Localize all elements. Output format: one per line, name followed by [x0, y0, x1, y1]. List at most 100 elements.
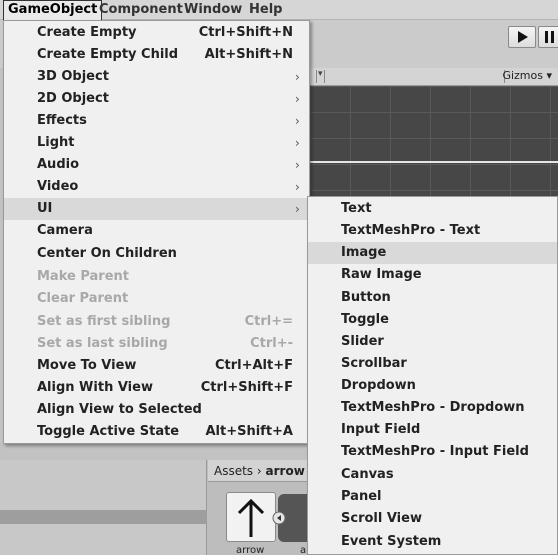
menu-item-label: Create Empty: [37, 25, 137, 40]
chevron-right-icon: ›: [295, 202, 300, 216]
menu-item-label: Camera: [37, 223, 93, 238]
menu-component[interactable]: Component: [95, 0, 187, 20]
submenu-item-label: Toggle: [341, 312, 389, 327]
submenu-item-textmeshpro-text[interactable]: TextMeshPro - Text: [308, 220, 557, 242]
submenu-item-panel[interactable]: Panel: [308, 486, 557, 508]
asset-tile[interactable]: [226, 492, 276, 542]
expand-icon[interactable]: [272, 511, 286, 525]
menu-gameobject[interactable]: GameObject: [3, 0, 103, 20]
menu-item-audio[interactable]: Audio ›: [4, 154, 309, 176]
pause-icon: [545, 31, 554, 43]
submenu-item-canvas[interactable]: Canvas: [308, 464, 557, 486]
menu-item-effects[interactable]: Effects ›: [4, 110, 309, 132]
asset-label: arrow: [236, 545, 265, 555]
gameobject-menu: Create Empty Ctrl+Shift+N Create Empty C…: [3, 20, 310, 444]
breadcrumb-assets[interactable]: Assets: [214, 464, 253, 478]
submenu-item-label: Scroll View: [341, 511, 422, 526]
submenu-item-label: Input Field: [341, 422, 421, 437]
submenu-item-label: Event System: [341, 534, 442, 549]
submenu-item-label: Scrollbar: [341, 356, 407, 371]
menu-item-label: Align View to Selected: [37, 402, 202, 417]
submenu-item-textmeshpro-dropdown[interactable]: TextMeshPro - Dropdown: [308, 397, 557, 419]
menu-item-shortcut: Ctrl+-: [250, 336, 293, 351]
menu-item-set-last-sibling[interactable]: Set as last sibling Ctrl+-: [4, 333, 309, 355]
breadcrumb-current[interactable]: arrow: [266, 464, 305, 478]
gizmos-dropdown[interactable]: Gizmos ▾: [502, 69, 552, 82]
breadcrumb-separator: ›: [256, 464, 262, 478]
submenu-item-textmeshpro-input-field[interactable]: TextMeshPro - Input Field: [308, 441, 557, 463]
menu-item-center-on-children[interactable]: Center On Children: [4, 243, 309, 265]
menu-item-clear-parent[interactable]: Clear Parent: [4, 288, 309, 310]
play-button[interactable]: [508, 26, 536, 48]
submenu-item-scroll-view[interactable]: Scroll View: [308, 508, 557, 530]
menu-item-label: Toggle Active State: [37, 424, 180, 439]
submenu-item-button[interactable]: Button: [308, 287, 557, 309]
project-folder-tree: [0, 460, 207, 555]
menu-item-3d-object[interactable]: 3D Object ›: [4, 66, 309, 88]
menu-item-shortcut: Ctrl+=: [244, 314, 293, 329]
menu-item-label: Create Empty Child: [37, 47, 179, 62]
submenu-item-dropdown[interactable]: Dropdown: [308, 375, 557, 397]
asset-label: a: [300, 545, 307, 555]
divider: [316, 70, 317, 83]
menu-item-2d-object[interactable]: 2D Object ›: [4, 88, 309, 110]
submenu-item-event-system[interactable]: Event System: [308, 531, 557, 553]
menu-item-label: Audio: [37, 157, 80, 172]
scrollbar[interactable]: [0, 510, 207, 524]
submenu-item-label: TextMeshPro - Dropdown: [341, 400, 525, 415]
chevron-right-icon: ›: [295, 114, 300, 128]
menu-item-light[interactable]: Light ›: [4, 132, 309, 154]
submenu-item-toggle[interactable]: Toggle: [308, 309, 557, 331]
submenu-item-scrollbar[interactable]: Scrollbar: [308, 353, 557, 375]
menu-item-align-view-to-selected[interactable]: Align View to Selected: [4, 399, 309, 421]
chevron-right-icon: ›: [295, 136, 300, 150]
menu-item-camera[interactable]: Camera: [4, 220, 309, 242]
menu-item-shortcut: Alt+Shift+N: [204, 47, 293, 62]
menu-item-shortcut: Ctrl+Shift+F: [200, 380, 293, 395]
menu-help[interactable]: Help: [245, 0, 286, 20]
menu-item-create-empty-child[interactable]: Create Empty Child Alt+Shift+N: [4, 44, 309, 66]
menu-item-make-parent[interactable]: Make Parent: [4, 266, 309, 288]
submenu-item-label: Panel: [341, 489, 382, 504]
submenu-item-raw-image[interactable]: Raw Image: [308, 264, 557, 286]
ui-submenu: Text TextMeshPro - Text Image Raw Image …: [307, 196, 558, 555]
menu-item-label: 3D Object: [37, 69, 109, 84]
menu-item-label: Move To View: [37, 358, 137, 373]
menu-item-label: Clear Parent: [37, 291, 129, 306]
submenu-item-text[interactable]: Text: [308, 198, 557, 220]
menu-item-label: Make Parent: [37, 269, 129, 284]
menu-window[interactable]: Window: [180, 0, 246, 20]
menu-item-video[interactable]: Video ›: [4, 176, 309, 198]
chevron-right-icon: ›: [295, 70, 300, 84]
menu-item-set-first-sibling[interactable]: Set as first sibling Ctrl+=: [4, 311, 309, 333]
submenu-item-input-field[interactable]: Input Field: [308, 419, 557, 441]
menu-item-label: Set as last sibling: [37, 336, 168, 351]
chevron-right-icon: ›: [295, 92, 300, 106]
menu-item-create-empty[interactable]: Create Empty Ctrl+Shift+N: [4, 22, 309, 44]
menu-item-label: Align With View: [37, 380, 153, 395]
submenu-item-label: Text: [341, 201, 372, 216]
submenu-item-label: Image: [341, 245, 387, 260]
submenu-item-label: Dropdown: [341, 378, 416, 393]
divider: [324, 70, 325, 83]
arrow-up-icon: [237, 498, 265, 537]
menu-item-label: Effects: [37, 113, 87, 128]
menu-item-shortcut: Ctrl+Alt+F: [214, 358, 293, 373]
menu-item-move-to-view[interactable]: Move To View Ctrl+Alt+F: [4, 355, 309, 377]
menu-item-label: 2D Object: [37, 91, 109, 106]
scene-grid-line: [310, 161, 558, 163]
submenu-item-slider[interactable]: Slider: [308, 331, 557, 353]
menu-item-ui[interactable]: UI ›: [4, 198, 309, 220]
submenu-item-image[interactable]: Image: [308, 242, 557, 264]
pause-button[interactable]: [538, 26, 558, 48]
submenu-item-label: Slider: [341, 334, 384, 349]
dropdown-arrow-icon[interactable]: ▾: [318, 69, 323, 79]
submenu-item-label: Raw Image: [341, 267, 422, 282]
menu-item-toggle-active-state[interactable]: Toggle Active State Alt+Shift+A: [4, 421, 309, 443]
chevron-right-icon: ›: [295, 180, 300, 194]
menu-item-shortcut: Ctrl+Shift+N: [198, 25, 293, 40]
scene-toolbar: ▾ Gizmos ▾: [310, 68, 558, 86]
submenu-item-label: Button: [341, 290, 391, 305]
menu-item-align-with-view[interactable]: Align With View Ctrl+Shift+F: [4, 377, 309, 399]
scene-view[interactable]: [310, 86, 558, 196]
